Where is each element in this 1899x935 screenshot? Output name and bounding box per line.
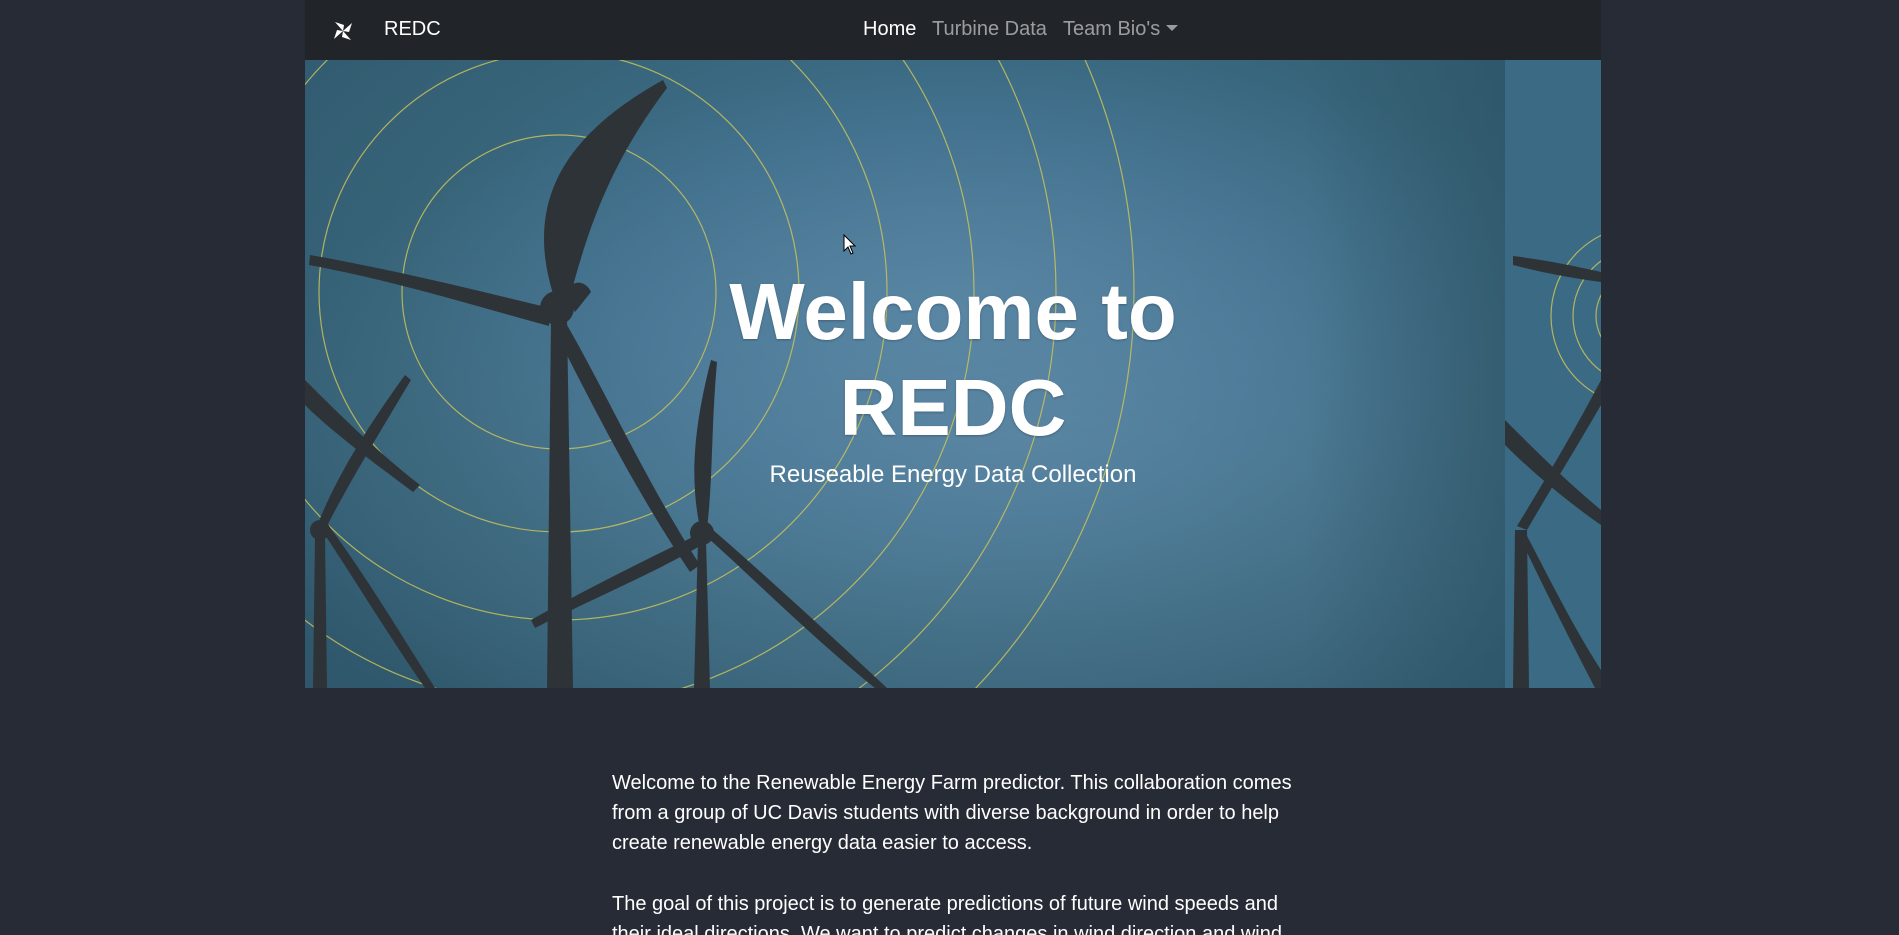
brand-link[interactable]: REDC [384, 17, 441, 41]
hero-title: Welcome to REDC [305, 264, 1601, 456]
page: REDC Home Turbine Data Team Bio's Welcom… [0, 0, 1899, 935]
hero-banner: Welcome to REDC Reuseable Energy Data Co… [305, 60, 1601, 688]
hero-title-line1: Welcome to [729, 267, 1177, 356]
intro-paragraph-2: The goal of this project is to generate … [612, 893, 1282, 935]
hero-title-line2: REDC [839, 363, 1067, 452]
hero-subtitle: Reuseable Energy Data Collection [769, 461, 1137, 488]
intro-content: Welcome to the Renewable Energy Farm pre… [612, 768, 1302, 935]
intro-paragraph-1: Welcome to the Renewable Energy Farm pre… [612, 772, 1292, 854]
nav-team-bios-dropdown[interactable]: Team Bio's [1063, 17, 1179, 41]
pinwheel-icon[interactable] [331, 19, 355, 43]
nav-turbine-data-link[interactable]: Turbine Data [932, 17, 1047, 41]
nav-home-link[interactable]: Home [863, 17, 916, 41]
mouse-cursor-icon [843, 234, 857, 255]
nav-team-bios-label: Team Bio's [1063, 18, 1161, 40]
chevron-down-icon [1166, 25, 1179, 31]
